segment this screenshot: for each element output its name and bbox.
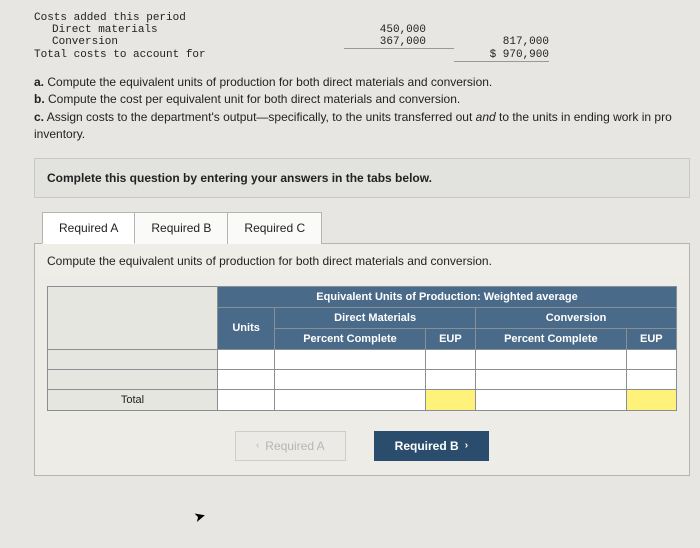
question-b-text: Compute the cost per equivalent unit for… [45,92,461,106]
cell-total [275,389,426,410]
cursor-icon: ➤ [192,507,208,526]
cell-input[interactable] [626,369,676,389]
cost-row-value2: 817,000 [454,36,549,49]
col-dm-percent: Percent Complete [275,328,426,349]
col-units: Units [218,307,275,349]
cell-input[interactable] [425,349,475,369]
next-label: Required B [395,439,459,453]
col-conv-eup: EUP [626,328,676,349]
cell-input[interactable] [476,369,627,389]
table-total-row: Total [48,389,677,410]
cell-input[interactable] [275,349,426,369]
question-c-pre: Assign costs to the department's output—… [44,110,476,124]
costs-added-section: Costs added this period Direct materials… [34,12,700,62]
cell-input[interactable] [626,349,676,369]
row-label-input[interactable] [48,349,218,369]
question-b-label: b. [34,92,45,106]
cell-total-highlight [425,389,475,410]
question-a-label: a. [34,75,44,89]
col-direct-materials: Direct Materials [275,307,476,328]
tab-required-a[interactable]: Required A [42,212,135,244]
eup-table: Equivalent Units of Production: Weighted… [47,286,677,411]
costs-header: Costs added this period [34,12,344,24]
cost-row-value2 [454,24,549,36]
cell-total [218,389,275,410]
cell-input[interactable] [425,369,475,389]
tab-required-b[interactable]: Required B [134,212,228,244]
question-c-post: to the units in ending work in pro [496,110,672,124]
cell-input[interactable] [275,369,426,389]
cost-row-value: 367,000 [344,36,454,49]
cell-input[interactable] [476,349,627,369]
nav-buttons: ‹ Required A Required B › [35,425,689,475]
chevron-right-icon: › [465,440,468,451]
row-label-input[interactable] [48,369,218,389]
table-row [48,349,677,369]
total-costs-label: Total costs to account for [34,49,344,62]
tab-instruction: Compute the equivalent units of producti… [35,244,689,278]
prev-button[interactable]: ‹ Required A [235,431,346,461]
table-row [48,369,677,389]
cell-input[interactable] [218,369,275,389]
complete-instruction: Complete this question by entering your … [34,158,690,198]
table-title: Equivalent Units of Production: Weighted… [218,286,677,307]
question-c-label: c. [34,110,44,124]
cell-input[interactable] [218,349,275,369]
next-button[interactable]: Required B › [374,431,489,461]
cell-total-highlight [626,389,676,410]
table-corner [48,286,218,349]
question-inventory: inventory. [34,126,694,143]
col-dm-eup: EUP [425,328,475,349]
tab-required-c[interactable]: Required C [227,212,322,244]
cost-row-label: Direct materials [34,24,344,36]
cell-total [476,389,627,410]
total-costs-value: $ 970,900 [454,49,549,62]
total-label: Total [48,389,218,410]
tab-content: Compute the equivalent units of producti… [34,243,690,476]
question-c-and: and [476,110,496,124]
question-list: a. Compute the equivalent units of produ… [34,74,694,144]
question-a-text: Compute the equivalent units of producti… [44,75,492,89]
chevron-left-icon: ‹ [256,440,259,451]
prev-label: Required A [265,439,324,453]
col-conv-percent: Percent Complete [476,328,627,349]
cost-row-label: Conversion [34,36,344,49]
col-conversion: Conversion [476,307,677,328]
cost-row-value: 450,000 [344,24,454,36]
tabs: Required A Required B Required C [42,212,700,244]
